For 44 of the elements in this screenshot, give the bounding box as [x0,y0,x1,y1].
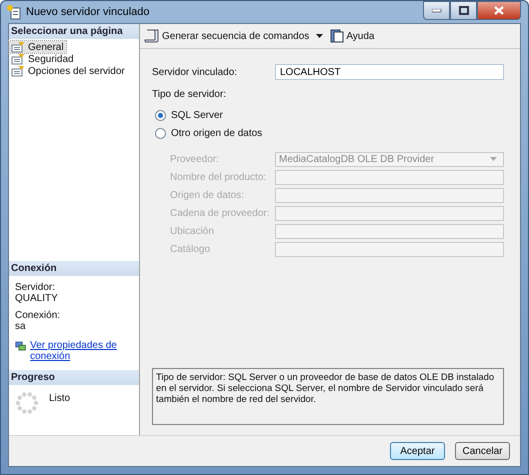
section-header: Progreso [9,370,139,385]
maximize-icon [458,6,468,15]
page-item[interactable]: Opciones del servidor [9,65,127,77]
dropdown-caret-icon [490,157,497,161]
app-icon [6,4,22,20]
minimize-icon [432,8,442,12]
close-button[interactable] [477,1,521,20]
ok-button[interactable]: Aceptar [390,442,445,460]
field-label: Servidor vinculado: [152,66,238,78]
window-title: Nuevo servidor vinculado [26,6,151,18]
server-value: QUALITY [15,293,59,304]
radio-button[interactable] [155,128,166,138]
field-label: Origen de datos: [170,190,245,200]
maximize-button[interactable] [450,1,477,20]
connection-properties-link[interactable]: Ver propiedades de conexión [30,340,133,362]
field-label: Catálogo [170,244,212,254]
connection-value: sa [15,321,27,332]
field-label: Cadena de proveedor: [170,208,271,218]
progress-status: Listo [49,393,70,406]
help-button[interactable]: Ayuda [330,29,374,43]
field-label: Tipo de servidor: [152,89,228,100]
network-icon [15,340,26,353]
server-label: Servidor: [15,282,56,293]
progress-spinner-icon [15,391,39,415]
scroll-icon [144,29,160,43]
minimize-button[interactable] [423,1,450,20]
field-label: Ubicación [170,226,215,236]
help-book-icon [330,29,344,43]
section-header: Conexión [9,261,139,276]
cancel-button[interactable]: Cancelar [455,442,510,460]
dropdown-caret-icon[interactable] [316,34,324,38]
linked-server-field[interactable]: LOCALHOST [275,64,504,80]
connection-label: Conexión: [15,310,62,321]
script-button[interactable]: Generar secuencia de comandos [144,29,310,43]
field-label: Nombre del producto: [170,172,268,182]
close-icon [494,6,504,15]
section-header: Seleccionar una página [9,24,139,39]
radio-button[interactable] [155,110,166,120]
page-item[interactable]: Seguridad [9,53,76,65]
field-label: Proveedor: [170,154,220,164]
description-box: Tipo de servidor: SQL Server o un proveedor de base de datos OLE DB instalado en el servidor. Si selecciona SQL Server, el nombre de Servidor vinculado será también el nombre de red del servidor. [152,368,504,425]
radio-option[interactable]: Otro origen de datos [152,124,504,142]
radio-option[interactable]: SQL Server [152,106,504,124]
page-item[interactable]: General [9,41,66,53]
